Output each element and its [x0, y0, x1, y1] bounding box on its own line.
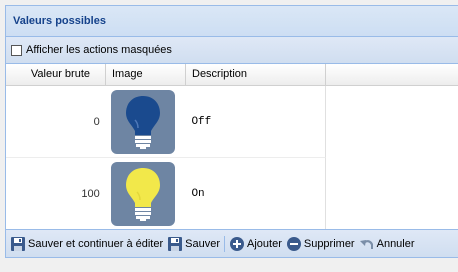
- floppy-disk-icon: [167, 236, 183, 252]
- table-row[interactable]: 0 Off: [6, 86, 326, 158]
- description-cell: Off: [191, 115, 212, 128]
- action-toolbar: Sauver et continuer à éditer Sauver Ajou…: [6, 229, 458, 257]
- column-header-description[interactable]: Description: [186, 64, 326, 85]
- possible-values-panel: Valeurs possibles Afficher les actions m…: [5, 5, 458, 258]
- image-cell: [106, 158, 186, 230]
- minus-circle-icon: [286, 236, 302, 252]
- bulb-on-icon[interactable]: [110, 162, 175, 226]
- window-footer: [0, 258, 458, 272]
- image-cell: [106, 86, 186, 157]
- column-header-raw-value[interactable]: Valeur brute: [6, 64, 106, 85]
- plus-circle-icon: [229, 236, 245, 252]
- add-label: Ajouter: [247, 237, 282, 250]
- save-button[interactable]: Sauver: [167, 236, 220, 252]
- filter-toolbar: Afficher les actions masquées: [6, 37, 458, 64]
- save-label: Sauver: [185, 237, 220, 250]
- raw-value-cell: 100: [81, 188, 100, 200]
- undo-icon: [359, 236, 375, 252]
- show-hidden-actions-label[interactable]: Afficher les actions masquées: [26, 44, 172, 56]
- delete-label: Supprimer: [303, 237, 355, 250]
- raw-value-cell: 0: [93, 115, 100, 128]
- save-and-continue-button[interactable]: Sauver et continuer à éditer: [10, 236, 163, 252]
- floppy-disk-icon: [10, 236, 26, 252]
- toolbar-separator: [224, 235, 225, 252]
- delete-button[interactable]: Supprimer: [286, 236, 355, 252]
- add-button[interactable]: Ajouter: [229, 236, 282, 252]
- column-header-filler: [326, 64, 458, 85]
- save-and-continue-label: Sauver et continuer à éditer: [28, 237, 164, 250]
- bulb-off-icon[interactable]: [110, 89, 175, 154]
- table-row[interactable]: 100 On: [6, 158, 326, 230]
- cancel-button[interactable]: Annuler: [359, 236, 415, 252]
- column-header-image[interactable]: Image: [106, 64, 186, 85]
- panel-title: Valeurs possibles: [6, 6, 458, 37]
- cancel-label: Annuler: [376, 237, 415, 250]
- grid-header: Valeur brute Image Description: [6, 64, 458, 86]
- grid-body: 0 Off 100 On: [6, 86, 458, 232]
- show-hidden-actions-checkbox[interactable]: [11, 44, 22, 56]
- description-cell: On: [191, 188, 205, 200]
